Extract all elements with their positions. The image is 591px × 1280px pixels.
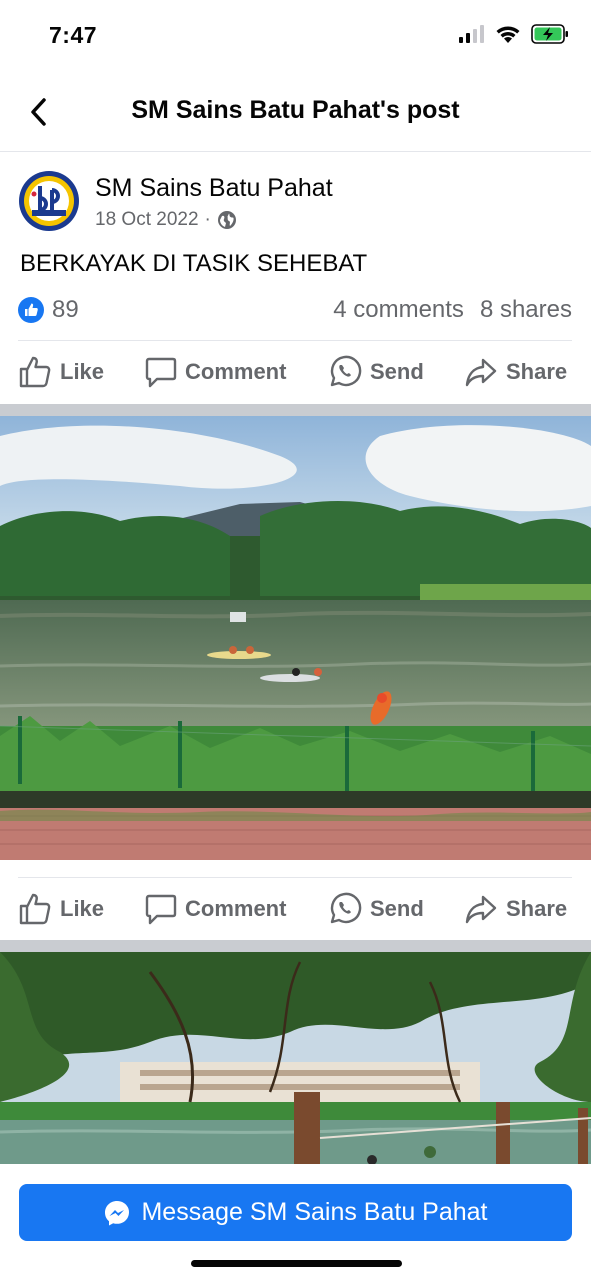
page-title: SM Sains Batu Pahat's post	[131, 96, 460, 124]
status-bar: 7:47	[0, 0, 591, 70]
section-separator	[0, 404, 591, 416]
like-reaction-icon	[18, 297, 44, 323]
reactions-stats-row: 89 4 comments 8 shares	[18, 294, 572, 328]
post-date[interactable]: 18 Oct 2022	[95, 209, 199, 231]
comment-bubble-icon	[145, 357, 177, 388]
status-icons	[459, 24, 569, 44]
globe-icon	[217, 211, 236, 229]
send-button[interactable]: Send	[328, 343, 424, 401]
post-action-bar: Like Comment Send Share	[0, 343, 591, 401]
comment-bubble-icon	[145, 894, 177, 925]
share-arrow-icon	[465, 358, 497, 387]
author-name[interactable]: SM Sains Batu Pahat	[95, 174, 333, 203]
photo-send-button[interactable]: Send	[328, 880, 424, 938]
photo-like-button[interactable]: Like	[18, 880, 104, 938]
send-label: Send	[370, 896, 424, 921]
post-header: SM Sains Batu Pahat 18 Oct 2022 ·	[18, 168, 578, 238]
bottom-bar: Message SM Sains Batu Pahat	[0, 1164, 591, 1280]
nav-bar: SM Sains Batu Pahat's post	[0, 70, 591, 152]
whatsapp-icon	[330, 892, 362, 924]
status-time: 7:47	[49, 22, 98, 48]
home-indicator[interactable]	[191, 1260, 402, 1267]
comment-label: Comment	[185, 359, 287, 384]
share-label: Share	[506, 359, 568, 384]
like-label: Like	[60, 896, 105, 921]
section-separator	[0, 940, 591, 952]
share-label: Share	[506, 896, 568, 921]
meta-separator: ·	[204, 209, 211, 230]
school-logo-avatar[interactable]	[18, 170, 80, 232]
comment-label: Comment	[185, 896, 287, 921]
like-count: 89	[52, 296, 79, 323]
divider	[18, 877, 572, 878]
kayaking-lake-photo[interactable]	[0, 416, 591, 860]
photo-comment-button[interactable]: Comment	[145, 880, 286, 938]
post-meta: 18 Oct 2022 ·	[95, 209, 237, 231]
cellular-signal-icon	[459, 25, 484, 43]
photo-action-bar: Like Comment Send Share	[0, 880, 591, 938]
comments-count[interactable]: 4 comments	[333, 296, 464, 324]
messenger-icon	[105, 1200, 130, 1225]
like-reactions[interactable]: 89	[18, 296, 79, 324]
message-button-label: Message SM Sains Batu Pahat	[141, 1198, 488, 1226]
whatsapp-icon	[330, 355, 362, 387]
comment-button[interactable]: Comment	[145, 343, 286, 401]
lakeside-trees-photo[interactable]	[0, 952, 591, 1164]
divider	[18, 340, 572, 341]
share-button[interactable]: Share	[464, 343, 567, 401]
photo-share-button[interactable]: Share	[464, 880, 567, 938]
send-label: Send	[370, 359, 424, 384]
shares-count[interactable]: 8 shares	[480, 296, 572, 324]
post-text: BERKAYAK DI TASIK SEHEBAT	[20, 250, 368, 277]
stats-right: 4 comments 8 shares	[333, 296, 572, 324]
thumbs-up-icon	[19, 356, 51, 388]
battery-charging-icon	[531, 24, 568, 44]
wifi-icon	[496, 26, 520, 43]
thumbs-up-icon	[19, 893, 51, 925]
like-label: Like	[60, 359, 105, 384]
message-page-button[interactable]: Message SM Sains Batu Pahat	[19, 1184, 572, 1241]
share-arrow-icon	[465, 895, 497, 924]
like-button[interactable]: Like	[18, 343, 104, 401]
